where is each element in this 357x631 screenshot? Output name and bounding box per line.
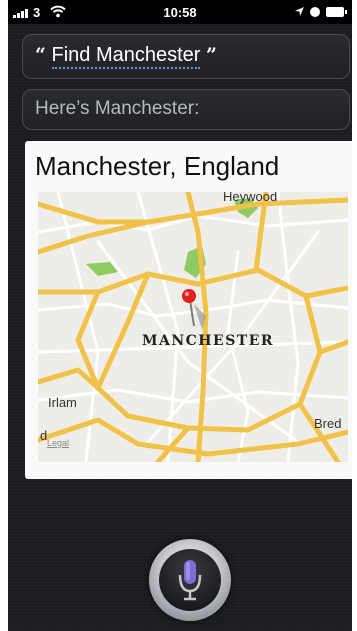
place-heywood: Heywood [223, 192, 278, 204]
map-legal-link[interactable]: Legal [47, 438, 69, 448]
location-arrow-icon [295, 7, 304, 16]
city-label: MANCHESTER [142, 333, 275, 349]
map-title: Manchester, England [35, 151, 280, 181]
place-irlam: Irlam [48, 395, 77, 410]
microphone-icon [178, 560, 202, 601]
battery-icon [326, 7, 347, 17]
status-bar: 3 10:58 [8, 0, 352, 24]
siri-screen: 3 10:58 “ Find Manchester ” Here’s Manch… [8, 0, 352, 631]
open-quote: “ [35, 44, 46, 66]
query-text[interactable]: Find Manchester [51, 44, 201, 69]
user-query-bubble[interactable]: “ Find Manchester ” [22, 34, 350, 79]
close-quote: ” [206, 44, 217, 66]
map-view[interactable]: Heywood MANCHESTER Irlam Bred d Legal [38, 192, 348, 462]
user-query: “ Find Manchester ” [35, 44, 217, 69]
map-card[interactable]: Manchester, England Heywood MANCHESTER I… [25, 141, 352, 479]
siri-mic-button[interactable] [149, 539, 231, 621]
map-roads [38, 192, 348, 462]
siri-reply: Here’s Manchester: [35, 98, 200, 119]
siri-reply-bubble: Here’s Manchester: [22, 89, 350, 130]
mic-button-face [159, 549, 221, 611]
alarm-icon [310, 7, 320, 17]
place-bred: Bred [314, 416, 342, 431]
